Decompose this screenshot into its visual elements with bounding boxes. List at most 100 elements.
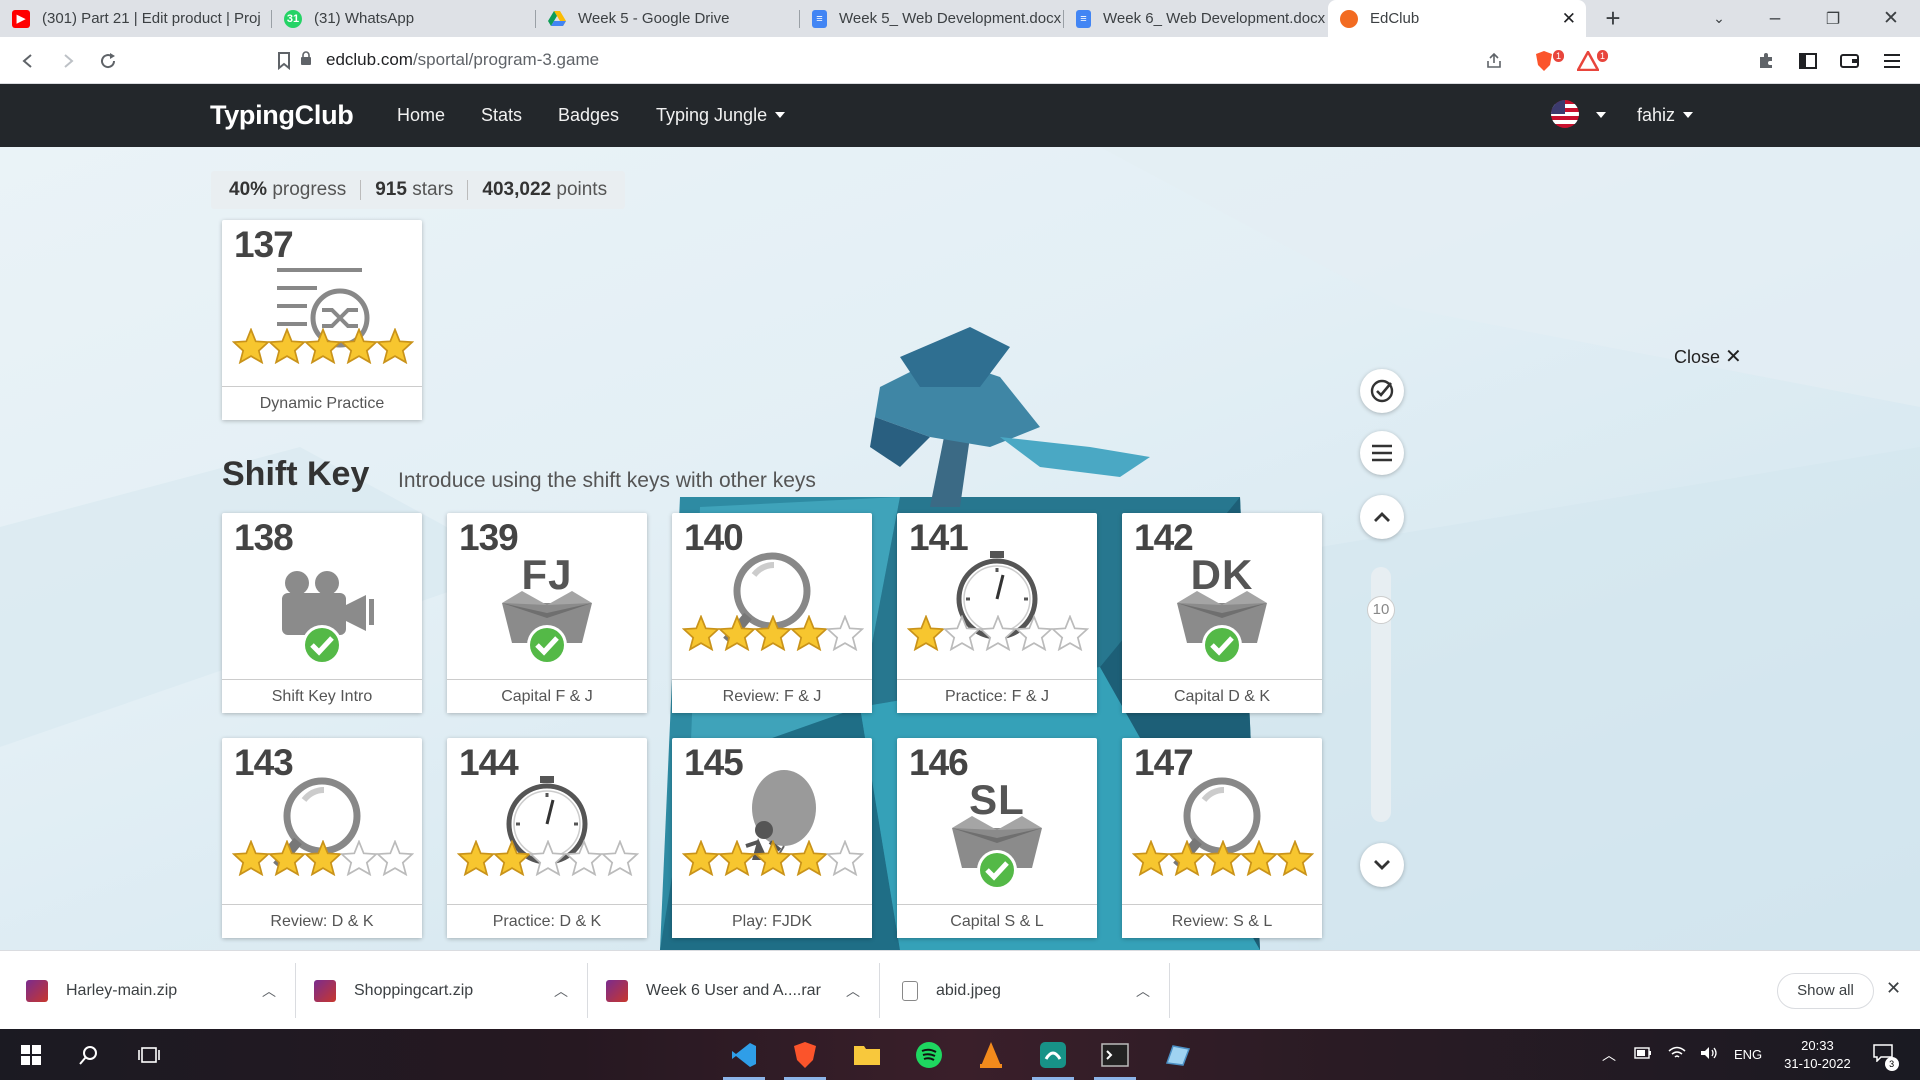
download-filename: Week 6 User and A....rar xyxy=(646,981,821,999)
lesson-card[interactable]: 141 Practice: F & J xyxy=(897,513,1097,713)
wallet-icon[interactable] xyxy=(1834,45,1866,77)
url-path: /sportal/program-3.game xyxy=(412,50,600,69)
sidebar-icon[interactable] xyxy=(1792,45,1824,77)
menu-icon[interactable] xyxy=(1876,45,1908,77)
browser-toolbar: edclub.com/sportal/program-3.game 1 1 xyxy=(0,37,1920,84)
star-icon xyxy=(1167,839,1207,881)
nav-typing-jungle[interactable]: Typing Jungle xyxy=(656,105,786,126)
browser-tab[interactable]: ≡ Week 5_ Web Development.docx xyxy=(800,0,1064,37)
scroll-position[interactable]: 10 xyxy=(1367,596,1395,624)
youtube-icon: ▶ xyxy=(12,9,30,28)
address-bar[interactable]: edclub.com/sportal/program-3.game xyxy=(300,43,1488,77)
close-button[interactable]: Close ✕ xyxy=(1674,344,1742,369)
scroll-down-button[interactable] xyxy=(1360,843,1404,887)
lesson-card[interactable]: 138 Shift Key Intro xyxy=(222,513,422,713)
lesson-card[interactable]: DK 142 Capital D & K xyxy=(1122,513,1322,713)
download-item[interactable]: Shoppingcart.zip ︿ xyxy=(296,951,588,1030)
goals-button[interactable] xyxy=(1360,369,1404,413)
nav-stats[interactable]: Stats xyxy=(481,105,522,126)
scroll-up-button[interactable] xyxy=(1360,495,1404,539)
chevron-up-icon[interactable]: ︿ xyxy=(1136,981,1150,1001)
browser-tab[interactable]: Week 5 - Google Drive xyxy=(536,0,800,37)
star-icon xyxy=(267,327,307,369)
browser-tab[interactable]: ▶ (301) Part 21 | Edit product | Proj xyxy=(0,0,272,37)
user-menu[interactable]: fahiz xyxy=(1637,105,1694,126)
lesson-card[interactable]: 147 Review: S & L xyxy=(1122,738,1322,938)
share-icon[interactable] xyxy=(1478,45,1510,77)
nav-home[interactable]: Home xyxy=(397,105,445,126)
clock[interactable]: 20:33 31-10-2022 xyxy=(1784,1037,1851,1073)
forward-button[interactable] xyxy=(52,45,84,77)
snipping-tool-icon[interactable] xyxy=(1152,1029,1202,1080)
restore-button[interactable]: ❐ xyxy=(1810,0,1856,37)
chevron-up-icon[interactable]: ︿ xyxy=(554,981,568,1001)
star-icon xyxy=(1014,614,1054,656)
close-tab-icon[interactable]: ✕ xyxy=(1562,9,1576,29)
notification-center-icon[interactable]: 3 xyxy=(1872,1044,1899,1071)
brand-logo[interactable]: TypingClub xyxy=(210,100,354,131)
language-indicator[interactable]: ENG xyxy=(1734,1047,1762,1062)
browser-tab-active[interactable]: EdClub ✕ xyxy=(1328,0,1586,37)
lesson-card[interactable]: SL 146 Capital S & L xyxy=(897,738,1097,938)
download-filename: Harley-main.zip xyxy=(66,981,178,999)
chevron-up-icon[interactable]: ︿ xyxy=(1602,1045,1616,1065)
brave-shield-icon[interactable]: 1 xyxy=(1528,45,1564,77)
window-close-button[interactable]: ✕ xyxy=(1868,0,1914,37)
battery-icon[interactable] xyxy=(1634,1047,1652,1062)
extensions-icon[interactable] xyxy=(1750,45,1782,77)
lesson-card[interactable]: 143 Review: D & K xyxy=(222,738,422,938)
lesson-card[interactable]: 144 Practice: D & K xyxy=(447,738,647,938)
lesson-number: 145 xyxy=(684,742,744,783)
system-tray: ︿ ENG 20:33 31-10-2022 3 xyxy=(1602,1029,1899,1080)
lesson-card[interactable]: 140 Review: F & J xyxy=(672,513,872,713)
search-icon[interactable] xyxy=(64,1029,114,1080)
windows-taskbar: ︿ ENG 20:33 31-10-2022 3 xyxy=(0,1029,1920,1080)
back-button[interactable] xyxy=(12,45,44,77)
star-icon xyxy=(375,839,415,881)
vscode-icon[interactable] xyxy=(719,1029,769,1080)
lesson-card[interactable]: FJ 139 Capital F & J xyxy=(447,513,647,713)
star-icon xyxy=(942,614,982,656)
wifi-icon[interactable] xyxy=(1668,1046,1686,1063)
download-item[interactable]: Week 6 User and A....rar ︿ xyxy=(588,951,880,1030)
download-item[interactable]: Harley-main.zip ︿ xyxy=(0,951,296,1030)
close-downloads-icon[interactable]: ✕ xyxy=(1886,978,1901,999)
spotify-icon[interactable] xyxy=(904,1029,954,1080)
chevron-up-icon[interactable]: ︿ xyxy=(846,981,860,1001)
language-flag-icon[interactable] xyxy=(1551,100,1579,128)
vlc-icon[interactable] xyxy=(966,1029,1016,1080)
terminal-icon[interactable] xyxy=(1090,1029,1140,1080)
browser-tab[interactable]: 31 (31) WhatsApp xyxy=(272,0,536,37)
task-view-icon[interactable] xyxy=(124,1029,174,1080)
brave-browser-icon[interactable] xyxy=(780,1029,830,1080)
close-label: Close xyxy=(1674,347,1721,367)
lesson-number: 143 xyxy=(234,742,294,783)
new-tab-button[interactable]: + xyxy=(1590,0,1636,37)
browser-tab[interactable]: ≡ Week 6_ Web Development.docx xyxy=(1064,0,1328,37)
tab-title: (301) Part 21 | Edit product | Proj xyxy=(42,10,261,27)
lesson-card[interactable]: 145 Play: FJDK xyxy=(672,738,872,938)
bookmark-icon[interactable] xyxy=(268,45,300,77)
google-drive-icon xyxy=(548,10,566,28)
brave-rewards-icon[interactable]: 1 xyxy=(1572,45,1608,77)
gitkraken-icon[interactable] xyxy=(1028,1029,1078,1080)
file-explorer-icon[interactable] xyxy=(842,1029,892,1080)
reload-button[interactable] xyxy=(92,45,124,77)
tab-search-button[interactable]: ⌄ xyxy=(1696,0,1742,37)
star-icon xyxy=(717,614,757,656)
windows-start-icon[interactable] xyxy=(6,1029,56,1080)
nav-badges[interactable]: Badges xyxy=(558,105,619,126)
download-item[interactable]: abid.jpeg ︿ xyxy=(880,951,1170,1030)
star-rating xyxy=(897,614,1097,656)
menu-list-button[interactable] xyxy=(1360,431,1404,475)
lesson-card[interactable]: 137 Dynamic Practice xyxy=(222,220,422,420)
star-icon xyxy=(1239,839,1279,881)
lesson-number: 138 xyxy=(234,517,294,558)
chevron-down-icon[interactable] xyxy=(1596,112,1606,118)
google-docs-icon: ≡ xyxy=(1076,9,1091,28)
volume-icon[interactable] xyxy=(1700,1046,1718,1063)
minimize-button[interactable]: – xyxy=(1752,0,1798,37)
chevron-up-icon[interactable]: ︿ xyxy=(262,981,276,1001)
chevron-down-icon xyxy=(1374,860,1390,870)
show-all-button[interactable]: Show all xyxy=(1777,973,1874,1009)
